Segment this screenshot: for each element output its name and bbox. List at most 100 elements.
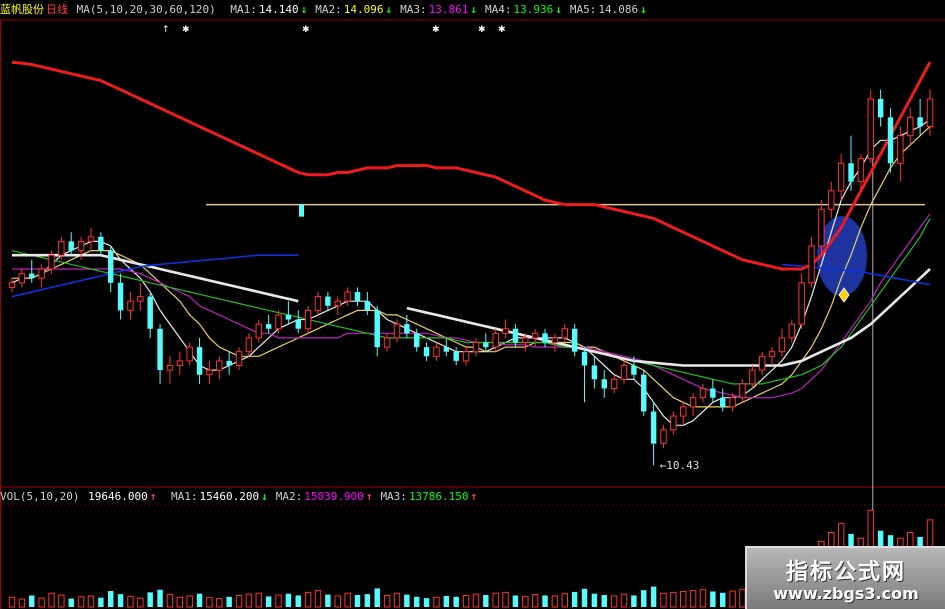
- volume-bar: [87, 595, 95, 608]
- candle-body-down: [364, 301, 371, 311]
- candle-body-up: [8, 282, 16, 288]
- volume-bar: [571, 591, 578, 607]
- volume-bar: [186, 595, 193, 608]
- volume-bar: [601, 595, 607, 607]
- candle-body-down: [887, 117, 894, 164]
- candle-body-up: [778, 337, 786, 353]
- candle-body-up: [818, 208, 825, 247]
- volume-bar: [423, 598, 430, 607]
- volume-bar: [48, 592, 55, 608]
- candle-body-up: [58, 240, 65, 256]
- volume-bar: [383, 594, 391, 608]
- volume-bar: [147, 592, 153, 607]
- candle-body-down: [265, 324, 272, 329]
- candle-body-down: [483, 342, 489, 348]
- volume-bar: [433, 596, 440, 608]
- candle-body-down: [423, 347, 430, 357]
- candle-body-up: [38, 268, 45, 279]
- volume-bar: [483, 595, 489, 607]
- candle-body-up: [393, 323, 401, 339]
- signal-star-icon: ✱: [432, 25, 440, 35]
- volume-bar: [334, 595, 341, 608]
- volume-bar: [304, 591, 312, 608]
- candle-body-up: [561, 328, 568, 339]
- volume-bar: [295, 595, 301, 607]
- candle-body-up: [689, 397, 697, 408]
- volume-bar: [610, 595, 618, 608]
- candle-body-down: [581, 351, 588, 366]
- candle-body-down: [719, 397, 726, 407]
- vol-value-arrow: ↑: [149, 490, 157, 503]
- candle-body-up: [837, 162, 845, 192]
- candle-body-down: [117, 282, 124, 311]
- candle-body-down: [404, 324, 410, 334]
- volume-bar: [77, 596, 85, 608]
- volume-bar: [117, 594, 124, 607]
- candle-body-up: [857, 158, 865, 183]
- candle-body-down: [571, 328, 578, 352]
- candle-body-up: [166, 365, 174, 371]
- candle-body-up: [18, 273, 26, 284]
- candle-body-up: [620, 365, 628, 380]
- volume-bar: [314, 590, 322, 608]
- legend-label: MA1:: [170, 490, 198, 503]
- signal-marker-bar: [299, 204, 304, 217]
- candle-body-up: [304, 309, 312, 330]
- volume-bar: [729, 590, 736, 608]
- candle-body-up: [48, 254, 55, 270]
- candle-body-up: [739, 383, 746, 399]
- volume-bar: [157, 589, 163, 607]
- volume-bar: [660, 592, 667, 608]
- volume-bar: [127, 595, 134, 608]
- volume-bar: [404, 594, 410, 607]
- candle-body-up: [334, 300, 341, 307]
- candle-body-up: [551, 337, 559, 344]
- candle-body-up: [670, 415, 677, 431]
- volume-bar: [650, 586, 657, 607]
- volume-legend: VOL(5,10,20) 19646.000 ↑ MA1: 15460.200 ↓ MA…: [0, 487, 481, 507]
- candle-body-up: [502, 328, 509, 334]
- volume-bar: [719, 592, 726, 607]
- volume-bar: [107, 591, 114, 607]
- candle-body-down: [710, 388, 716, 398]
- volume-bar: [176, 596, 184, 608]
- volume-bar: [542, 595, 548, 607]
- candle-body-up: [699, 387, 707, 399]
- volume-bar: [285, 593, 292, 607]
- candle-body-up: [186, 346, 193, 362]
- volume-bar: [235, 594, 243, 608]
- legend-value: 15460.200: [199, 490, 260, 503]
- candle-body-up: [680, 406, 687, 417]
- candle-body-up: [245, 337, 253, 353]
- volume-bar: [8, 596, 16, 608]
- volume-bar: [98, 597, 104, 607]
- volume-bar: [443, 595, 450, 607]
- candle-body-up: [749, 369, 756, 385]
- candle-body-down: [29, 273, 35, 279]
- candle-body-down: [453, 351, 459, 361]
- candle-body-down: [631, 365, 637, 375]
- volume-bar: [561, 593, 568, 608]
- candle-body-up: [798, 282, 805, 325]
- watermark-logo: 指标公式网 www.zbgs3.com: [745, 546, 945, 609]
- candle-body-up: [610, 378, 618, 389]
- volume-bar: [670, 591, 677, 608]
- volume-bar: [325, 594, 331, 607]
- signal-star-icon: ✱: [182, 25, 190, 35]
- candle-body-up: [77, 240, 85, 252]
- volume-bar: [699, 589, 707, 608]
- candlestick-chart: ←10.43 ↑ ✱ ✱ ✱ ✱ ✱: [0, 19, 945, 609]
- vol-params: VOL(5,10,20): [0, 490, 80, 503]
- volume-bar: [226, 596, 232, 607]
- candle-body-down: [601, 379, 607, 389]
- volume-bar: [680, 590, 687, 608]
- volume-bar: [462, 594, 470, 608]
- volume-bar: [344, 592, 351, 608]
- volume-bar: [275, 594, 282, 608]
- volume-bar: [492, 592, 499, 608]
- candle-body-down: [641, 374, 647, 412]
- volume-bar: [472, 593, 480, 608]
- signal-star-icon: ✱: [302, 25, 310, 35]
- volume-bar: [137, 597, 144, 608]
- candle-body-down: [591, 365, 598, 380]
